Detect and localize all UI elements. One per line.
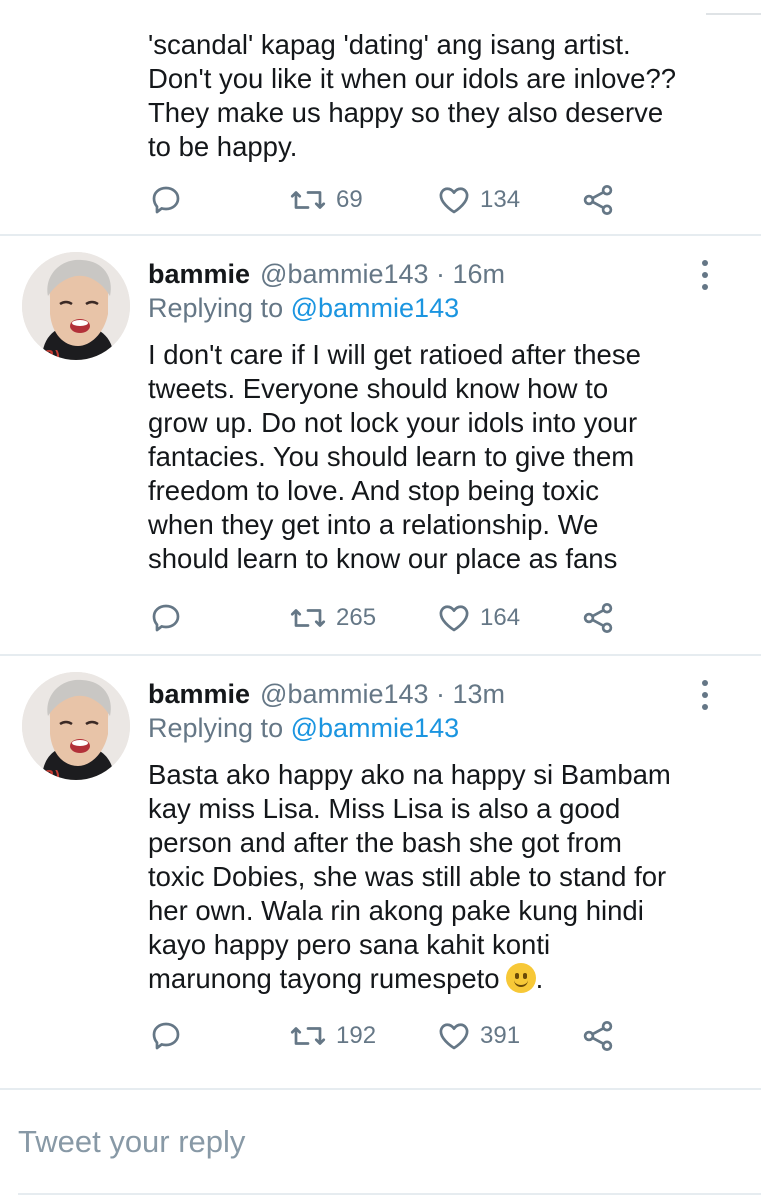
tweet-body-wrap: Basta ako happy ako na happy si Bambam k… (148, 758, 738, 996)
more-vertical-icon (698, 680, 712, 710)
reply-button[interactable] (148, 180, 184, 220)
replying-to-label: Replying to (148, 713, 284, 743)
display-name[interactable]: bammie (148, 259, 250, 289)
retweet-button[interactable]: 69 (288, 180, 363, 220)
more-vertical-icon (698, 260, 712, 290)
share-icon (583, 603, 613, 633)
tweet-actions: 265 164 (148, 598, 628, 638)
like-count: 134 (480, 186, 521, 213)
tweet-header: bammie @bammie143 · 13m (148, 678, 505, 710)
reply-button[interactable] (148, 1016, 184, 1056)
like-button[interactable]: 164 (436, 598, 520, 638)
reply-icon (152, 604, 180, 632)
tweet[interactable]: al(2) bammie @bammie143 · 13m Replying to… (0, 656, 761, 1066)
replying-to-mention[interactable]: @bammie143 (291, 293, 460, 323)
like-button[interactable]: 391 (436, 1016, 520, 1056)
tweet-actions: 69 134 (148, 180, 628, 220)
svg-text:al(2): al(2) (26, 349, 60, 360)
retweet-button[interactable]: 265 (288, 598, 376, 638)
display-name[interactable]: bammie (148, 679, 250, 709)
like-button[interactable]: 134 (436, 180, 520, 220)
retweet-count: 192 (336, 1022, 377, 1049)
retweet-icon (290, 1027, 326, 1045)
retweet-count: 265 (336, 604, 377, 631)
handle-and-time: @bammie143 · 16m (260, 259, 506, 289)
tweet-header: bammie @bammie143 · 16m (148, 258, 505, 290)
reply-composer[interactable]: Tweet your reply (0, 1088, 761, 1202)
share-icon (583, 185, 613, 215)
slightly-smiling-face-icon (505, 963, 536, 993)
heart-icon (439, 1023, 469, 1050)
retweet-icon (290, 609, 326, 627)
reply-icon (152, 186, 180, 214)
tweet-body-end: . (535, 963, 544, 994)
share-button[interactable] (580, 598, 616, 638)
replying-to-label: Replying to (148, 293, 284, 323)
tweet-body: 'scandal' kapag 'dating' ang isang artis… (148, 29, 677, 162)
tweet[interactable]: al(2) bammie @bammie143 · 16m Replying to… (0, 236, 761, 656)
more-menu-button[interactable] (698, 680, 712, 720)
like-count: 391 (480, 1022, 521, 1049)
replying-to: Replying to @bammie143 (148, 292, 459, 324)
share-button[interactable] (580, 1016, 616, 1056)
avatar[interactable]: al(2) (22, 672, 130, 780)
tweet-body: I don't care if I will get ratioed after… (148, 339, 641, 574)
avatar[interactable]: al(2) (22, 252, 130, 360)
tweet-actions: 192 391 (148, 1016, 628, 1056)
replying-to: Replying to @bammie143 (148, 712, 459, 744)
heart-icon (439, 187, 469, 214)
reply-button[interactable] (148, 598, 184, 638)
share-button[interactable] (580, 180, 616, 220)
retweet-count: 69 (336, 186, 363, 213)
share-icon (583, 1021, 613, 1051)
retweet-button[interactable]: 192 (288, 1016, 376, 1056)
reply-input[interactable]: Tweet your reply (18, 1124, 245, 1160)
reply-underline (18, 1193, 761, 1195)
tweet-partial[interactable]: 'scandal' kapag 'dating' ang isang artis… (0, 0, 761, 236)
heart-icon (439, 605, 469, 632)
reply-icon (152, 1022, 180, 1050)
handle-and-time: @bammie143 · 13m (260, 679, 506, 709)
replying-to-mention[interactable]: @bammie143 (291, 713, 460, 743)
retweet-icon (290, 191, 326, 209)
tweet-body: Basta ako happy ako na happy si Bambam k… (148, 759, 671, 994)
like-count: 164 (480, 604, 521, 631)
svg-text:al(2): al(2) (26, 769, 60, 780)
more-menu-button[interactable] (698, 260, 712, 300)
